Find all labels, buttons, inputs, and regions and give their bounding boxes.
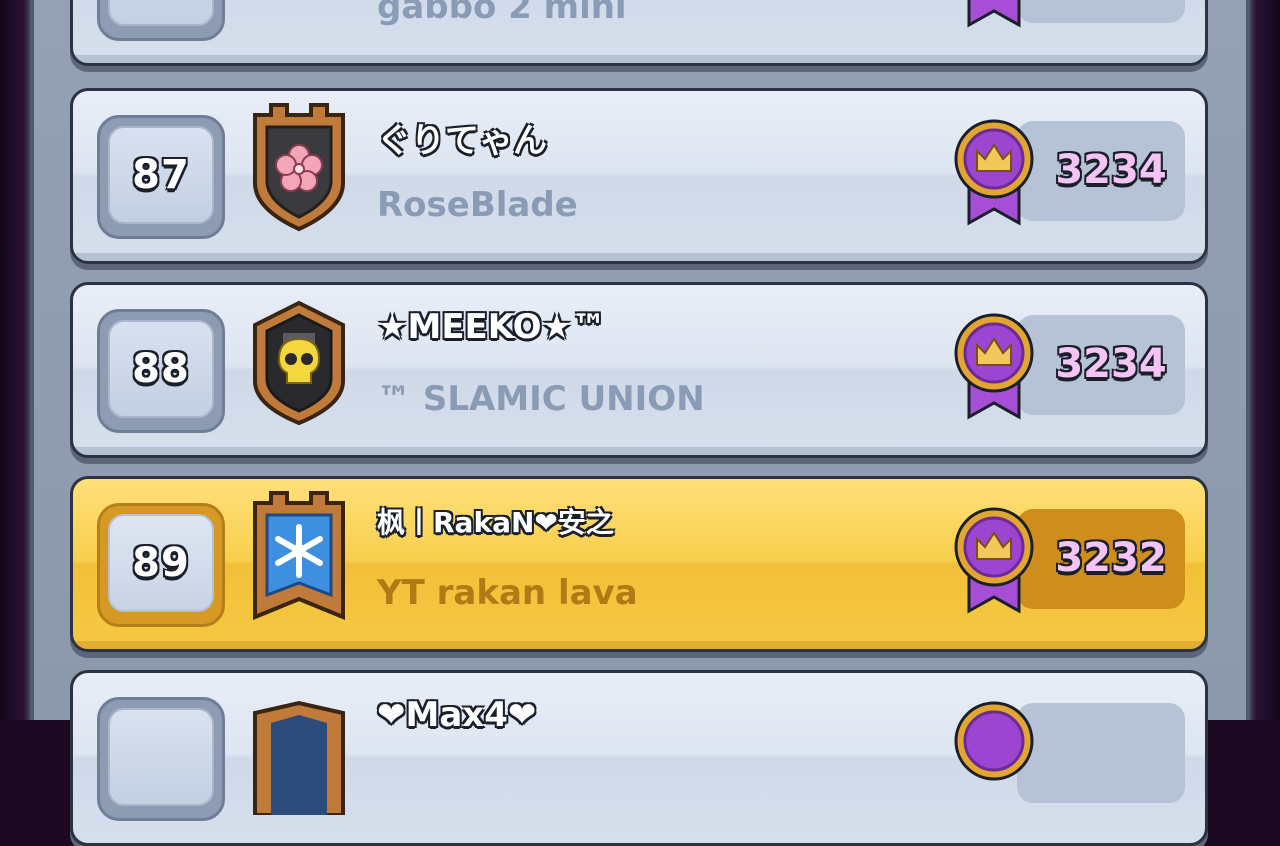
clan-name: RoseBlade: [377, 185, 578, 225]
clan-badge-icon: [253, 700, 345, 815]
rank-box: 89: [97, 503, 225, 627]
water-drop-icon: [247, 0, 351, 35]
clan-name: gabbo 2 mini: [377, 0, 627, 27]
rank-box: 88: [97, 309, 225, 433]
rank-number: 88: [132, 346, 190, 392]
trophy-count: [1051, 0, 1171, 5]
leaderboard-row[interactable]: 87 ぐりてゃん RoseBlade 3234: [70, 88, 1208, 264]
rank-box: [97, 697, 225, 821]
clan-name: ™ SLAMIC UNION: [377, 379, 705, 419]
left-border: [0, 0, 34, 720]
crown-medal-icon: [954, 701, 1034, 781]
trophy-count: 3234: [1055, 147, 1167, 193]
rank-box: 87: [97, 115, 225, 239]
rank-number: 87: [132, 152, 190, 198]
player-name: ★MEEKO★™: [377, 307, 606, 347]
row-edge: [73, 55, 1205, 63]
leaderboard-row[interactable]: 88 ★MEEKO★™ ™ SLAMIC UNION 3234: [70, 282, 1208, 458]
snowflake-icon: [253, 491, 345, 620]
leaderboard-row[interactable]: ❤Max4❤: [70, 670, 1208, 846]
crown-medal-icon: [954, 507, 1034, 614]
leaderboard-row[interactable]: gabbo 2 mini: [70, 0, 1208, 66]
trophy-count: 3232: [1055, 535, 1167, 581]
trophy-count: 3234: [1055, 341, 1167, 387]
player-name: ぐりてゃん: [377, 121, 547, 161]
clan-name: YT rakan lava: [377, 573, 638, 613]
crown-medal-icon: [954, 119, 1034, 226]
leaderboard-row-current-player[interactable]: 89 枫丨RakaN❤安之 YT rakan lava 3232: [70, 476, 1208, 652]
player-name: 枫丨RakaN❤安之: [377, 506, 614, 539]
crown-medal-icon: [967, 0, 1021, 28]
player-name: ❤Max4❤: [377, 695, 537, 735]
row-edge: [73, 253, 1205, 261]
row-edge: [73, 641, 1205, 649]
crown-medal-icon: [954, 313, 1034, 420]
trophy-count: [1051, 719, 1171, 785]
cherry-blossom-icon: [253, 103, 345, 232]
right-border: [1246, 0, 1280, 720]
rank-box: [97, 0, 225, 41]
row-edge: [73, 447, 1205, 455]
skull-icon: [253, 300, 345, 426]
rank-number: 89: [132, 540, 190, 586]
